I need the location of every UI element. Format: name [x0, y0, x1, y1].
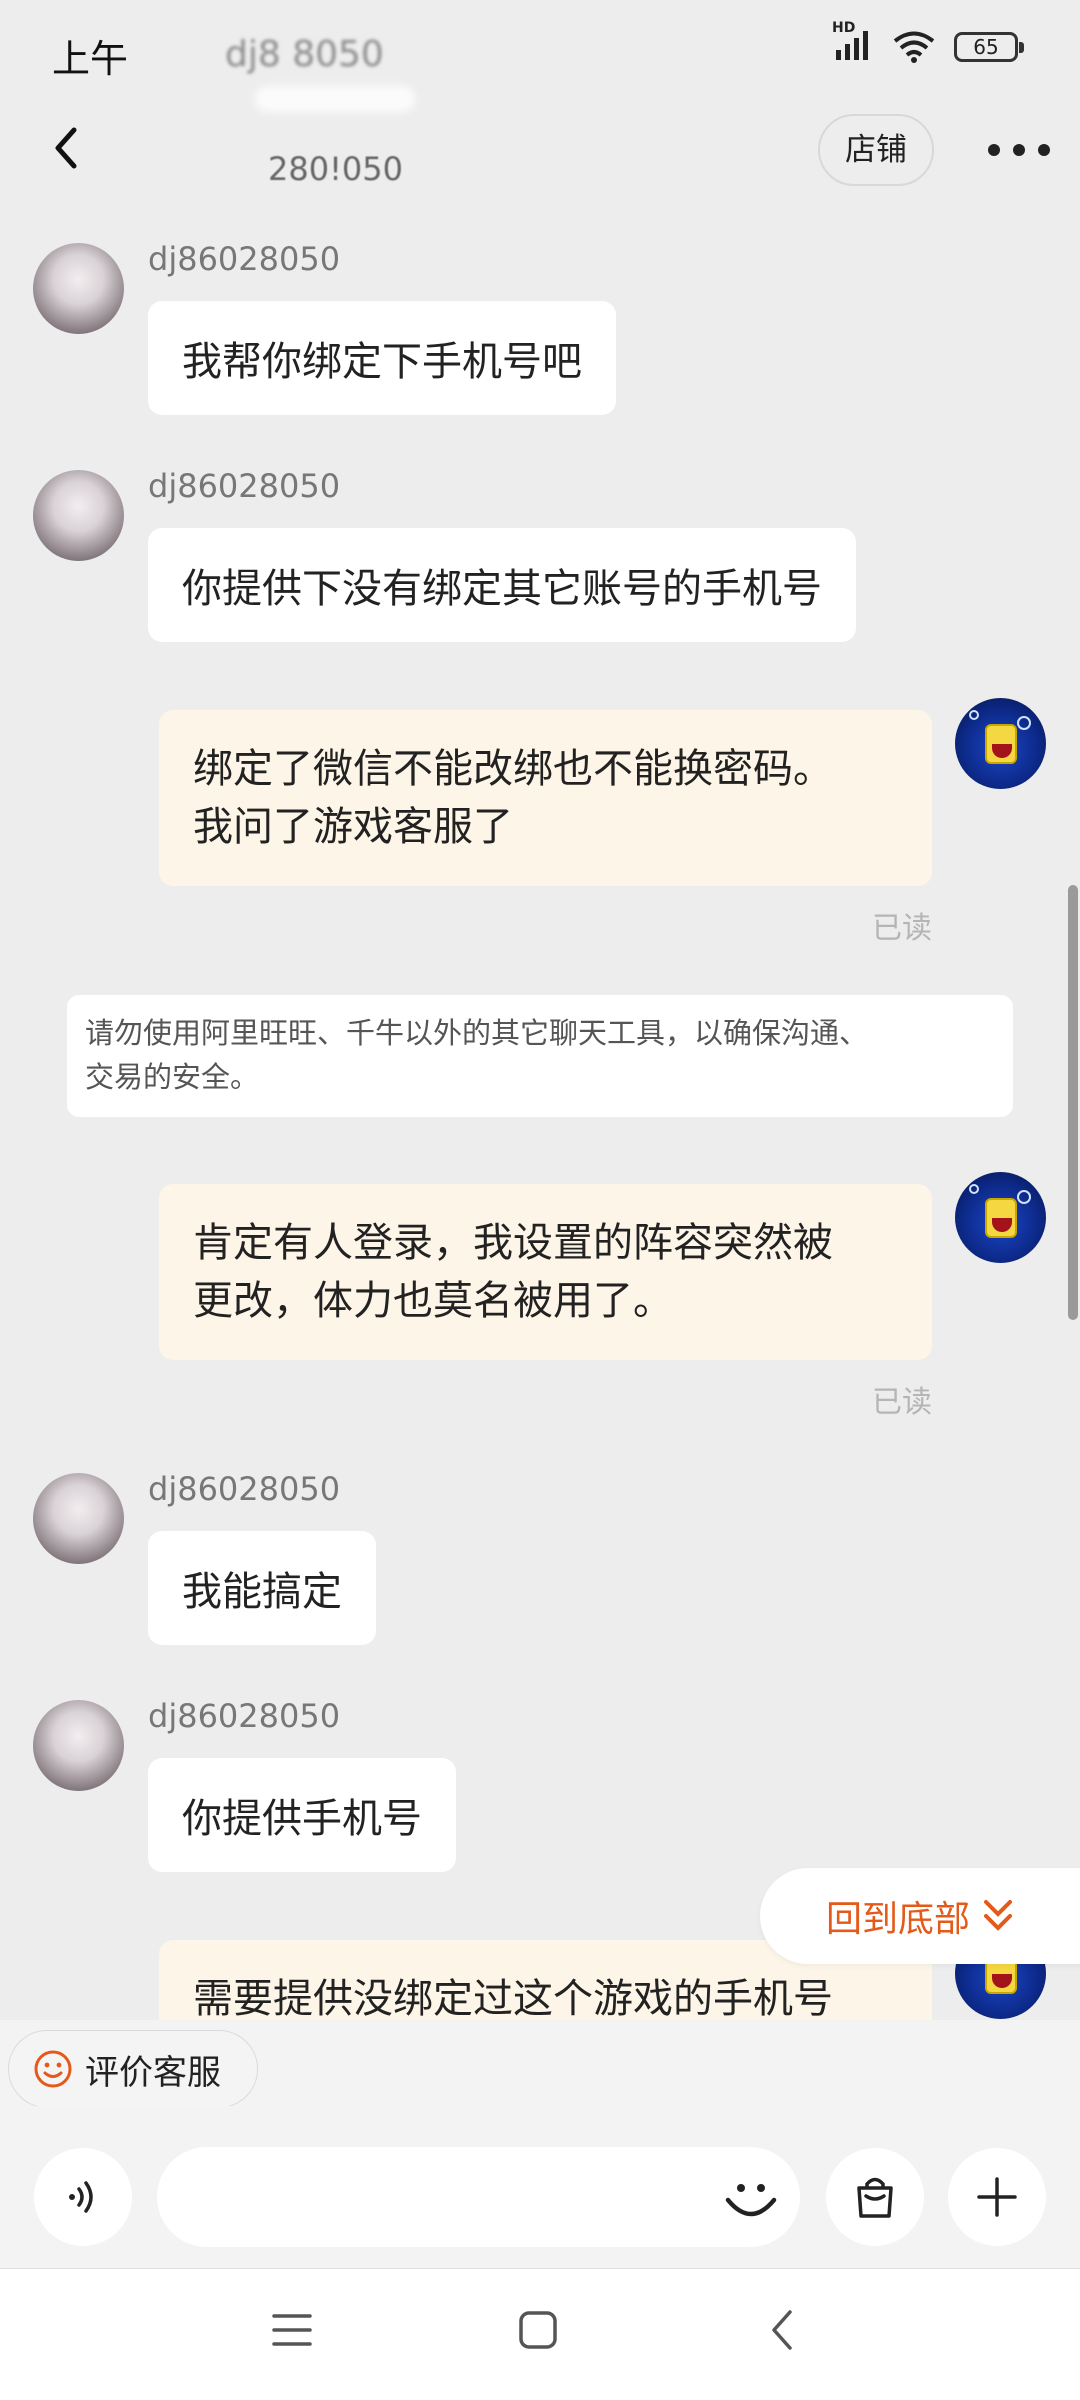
own-message-bubble[interactable]: 绑定了微信不能改绑也不能换密码。 我问了游戏客服了: [159, 710, 932, 886]
seller-avatar[interactable]: [33, 470, 124, 561]
message-text: 你提供手机号: [182, 1796, 422, 1842]
sender-name: dj86028050: [148, 240, 341, 278]
read-status: 已读: [872, 911, 932, 946]
notice-line: 交易的安全。: [85, 1060, 260, 1094]
wifi-icon: [893, 31, 935, 63]
shop-button[interactable]: 店铺: [818, 114, 934, 186]
order-button[interactable]: [826, 2148, 924, 2246]
message-line: 肯定有人登录，我设置的阵容突然被: [193, 1220, 833, 1266]
message-line: 绑定了微信不能改绑也不能换密码。: [193, 746, 833, 792]
status-time: 上午: [52, 37, 129, 81]
message-line: 我问了游戏客服了: [193, 804, 513, 850]
message-input[interactable]: [157, 2147, 800, 2247]
emoji-icon: [725, 2184, 777, 2217]
recent-apps-button[interactable]: [270, 2310, 314, 2354]
hd-label: HD: [832, 20, 856, 36]
message-text: 我帮你绑定下手机号吧: [182, 339, 582, 385]
back-nav-icon: [772, 2310, 792, 2350]
status-blurred-text: dj8 8050: [225, 34, 384, 75]
shop-bag-icon: [857, 2177, 893, 2218]
home-icon: [519, 2311, 557, 2349]
plus-icon: [977, 2177, 1017, 2217]
more-actions-button[interactable]: [948, 2148, 1046, 2246]
notice-line: 请勿使用阿里旺旺、千牛以外的其它聊天工具，以确保沟通、: [85, 1016, 869, 1050]
emoji-button[interactable]: [722, 2170, 780, 2232]
blurred-title: [255, 86, 415, 112]
seller-avatar[interactable]: [33, 1700, 124, 1791]
read-status: 已读: [872, 1385, 932, 1420]
more-icon: [988, 144, 1000, 156]
menu-icon: [272, 2314, 312, 2346]
voice-icon: [69, 2181, 93, 2213]
message-text: 你提供下没有绑定其它账号的手机号: [182, 566, 822, 612]
sender-name: dj86028050: [148, 1470, 341, 1508]
battery-icon: 65: [954, 32, 1024, 62]
user-avatar[interactable]: [955, 1172, 1046, 1263]
message-bubble[interactable]: 我帮你绑定下手机号吧: [148, 301, 616, 415]
seller-avatar[interactable]: [33, 243, 124, 334]
message-bubble[interactable]: 我能搞定: [148, 1531, 376, 1645]
more-button[interactable]: [984, 126, 1054, 174]
double-chevron-down-icon: [984, 1900, 1013, 1931]
back-button[interactable]: [38, 118, 98, 178]
message-bubble[interactable]: 你提供下没有绑定其它账号的手机号: [148, 528, 856, 642]
home-button[interactable]: [516, 2308, 560, 2356]
seller-avatar[interactable]: [33, 1473, 124, 1564]
evaluate-service-button[interactable]: 评价客服: [8, 2030, 258, 2108]
jump-to-bottom-label: 回到底部: [826, 1899, 971, 1940]
sender-name: dj86028050: [148, 1697, 341, 1735]
message-line: 更改，体力也莫名被用了。: [193, 1278, 673, 1324]
user-avatar[interactable]: [955, 698, 1046, 789]
smile-icon: [34, 2050, 72, 2088]
sender-name: dj86028050: [148, 467, 341, 505]
chat-subtitle: 280!050: [268, 150, 403, 188]
message-bubble[interactable]: 你提供手机号: [148, 1758, 456, 1872]
status-icons: HD 65: [832, 20, 1024, 66]
scrollbar[interactable]: [1068, 885, 1078, 1320]
jump-to-bottom-button[interactable]: 回到底部: [760, 1868, 1080, 1964]
own-message-bubble[interactable]: 肯定有人登录，我设置的阵容突然被 更改，体力也莫名被用了。: [159, 1184, 932, 1360]
security-notice: 请勿使用阿里旺旺、千牛以外的其它聊天工具，以确保沟通、 交易的安全。: [67, 995, 1013, 1117]
message-text: 我能搞定: [182, 1569, 342, 1615]
back-arrow-icon: [55, 127, 77, 169]
cell-signal-icon: HD: [832, 20, 874, 66]
voice-button[interactable]: [34, 2148, 132, 2246]
evaluate-label: 评价客服: [85, 2052, 221, 2093]
nav-back-button[interactable]: [762, 2308, 802, 2356]
